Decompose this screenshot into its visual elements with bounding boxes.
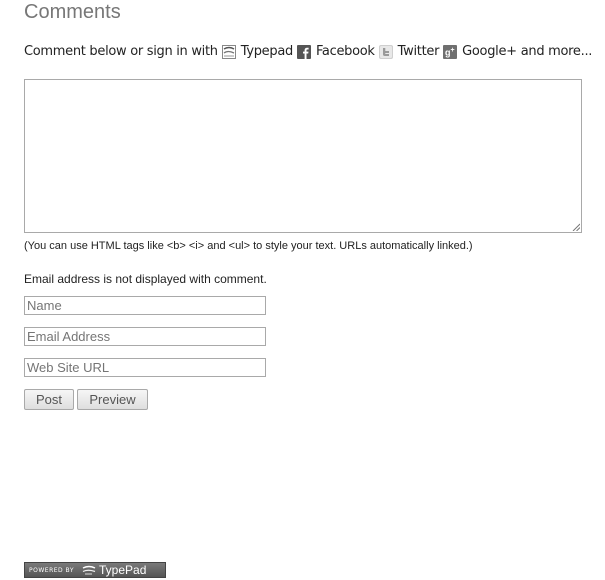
website-url-field[interactable]: [24, 358, 266, 377]
powered-by-typepad-badge[interactable]: POWERED BY TypePad: [24, 562, 166, 578]
name-field[interactable]: [24, 296, 266, 315]
signin-typepad[interactable]: Typepad: [221, 44, 294, 59]
signin-bar: Comment below or sign in with Typepad Fa…: [24, 44, 592, 59]
signin-more-link[interactable]: and more...: [521, 44, 593, 59]
signin-facebook[interactable]: Facebook: [296, 44, 375, 59]
resize-grip-icon[interactable]: [572, 223, 580, 231]
signin-twitter[interactable]: Twitter: [378, 44, 440, 59]
typepad-logo-icon: [82, 565, 96, 575]
typepad-icon: [221, 44, 236, 59]
email-note: Email address is not displayed with comm…: [24, 272, 267, 286]
powered-by-label: POWERED BY: [29, 566, 75, 574]
twitter-icon: [378, 44, 393, 59]
signin-prefix: Comment below or sign in with: [24, 44, 218, 59]
facebook-icon: [296, 44, 311, 59]
svg-text:+: +: [451, 47, 455, 54]
signin-typepad-label: Typepad: [240, 44, 294, 59]
signin-googleplus[interactable]: g + Google+: [443, 44, 517, 59]
signin-twitter-label: Twitter: [397, 44, 440, 59]
comment-textarea[interactable]: [24, 79, 582, 233]
signin-googleplus-label: Google+: [462, 44, 517, 59]
preview-button[interactable]: Preview: [77, 389, 148, 410]
html-hint: (You can use HTML tags like <b> <i> and …: [24, 240, 473, 252]
email-field[interactable]: [24, 327, 266, 346]
svg-text:g: g: [445, 47, 450, 57]
googleplus-icon: g +: [443, 44, 458, 59]
powered-by-brand: TypePad: [99, 563, 147, 577]
signin-facebook-label: Facebook: [315, 44, 375, 59]
comments-section: Comments Comment below or sign in with T…: [0, 0, 605, 580]
comments-heading: Comments: [24, 1, 121, 23]
post-button[interactable]: Post: [24, 389, 74, 410]
